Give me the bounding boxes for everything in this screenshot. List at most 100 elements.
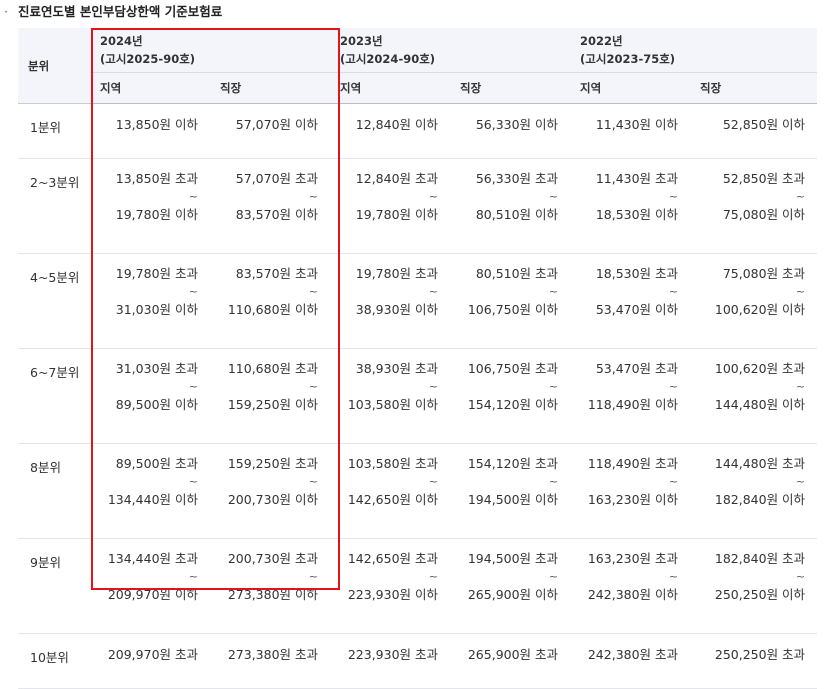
range-start: 142,650원 초과: [347, 551, 439, 566]
range-tilde: ~: [795, 475, 806, 488]
workplace-value-cell: 144,480원 초과 ~182,840원 이하: [690, 443, 818, 539]
workplace-value-cell: 57,070원 초과 ~83,570원 이하: [210, 158, 331, 254]
range-tilde: ~: [308, 475, 319, 488]
range-end: 209,970원 이하: [107, 587, 198, 602]
range-tilde: ~: [308, 570, 319, 583]
workplace-value-cell: 110,680원 초과 ~159,250원 이하: [210, 348, 331, 444]
range-tilde: ~: [548, 570, 559, 583]
range-start: 11,430원 이하: [595, 117, 679, 132]
quintile-label: 2~3분위: [18, 158, 90, 254]
range-start: 19,780원 초과: [355, 266, 439, 281]
range-end: 182,840원 이하: [714, 492, 806, 507]
header-year-2024: 2024년 (고시2025-90호): [90, 28, 331, 73]
range-tilde: ~: [548, 190, 559, 203]
range-end: 118,490원 이하: [587, 397, 679, 412]
range-end: 100,620원 이하: [714, 302, 806, 317]
range-end: 106,750원 이하: [467, 302, 559, 317]
range-end: 38,930원 이하: [355, 302, 439, 317]
premium-table: 분위 2024년 (고시2025-90호) 2023년 (고시2024-90호)…: [18, 28, 818, 689]
range-tilde: ~: [428, 380, 439, 393]
table-row: 2~3분위 13,850원 초과 ~19,780원 이하 57,070원 초과 ~83,…: [18, 158, 818, 254]
range-tilde: ~: [795, 570, 806, 583]
header-workplace: 직장: [450, 72, 571, 104]
range-tilde: ~: [668, 285, 679, 298]
workplace-value-cell: 56,330원 초과 ~80,510원 이하: [450, 158, 571, 254]
workplace-value-cell: 154,120원 초과 ~194,500원 이하: [450, 443, 571, 539]
range-start: 83,570원 초과: [235, 266, 319, 281]
range-end: 144,480원 이하: [714, 397, 806, 412]
regional-value-cell: 53,470원 초과 ~118,490원 이하: [570, 348, 691, 444]
range-start: 56,330원 초과: [475, 171, 559, 186]
range-tilde: ~: [668, 380, 679, 393]
table-row: 6~7분위 31,030원 초과 ~89,500원 이하 110,680원 초과 ~15…: [18, 348, 818, 444]
range-tilde: ~: [308, 190, 319, 203]
range-start: 80,510원 초과: [475, 266, 559, 281]
regional-value-cell: 18,530원 초과 ~53,470원 이하: [570, 253, 691, 349]
workplace-value-cell: 200,730원 초과 ~273,380원 이하: [210, 538, 331, 634]
range-start: 273,380원 초과: [227, 647, 319, 662]
range-start: 12,840원 이하: [355, 117, 439, 132]
regional-value-cell: 223,930원 초과: [330, 633, 451, 689]
range-start: 200,730원 초과: [227, 551, 319, 566]
range-tilde: ~: [188, 380, 198, 393]
range-start: 223,930원 초과: [347, 647, 439, 662]
range-start: 163,230원 초과: [587, 551, 679, 566]
range-tilde: ~: [428, 285, 439, 298]
range-end: 223,930원 이하: [347, 587, 439, 602]
workplace-value-cell: 57,070원 이하: [210, 103, 331, 159]
range-end: 19,780원 이하: [355, 207, 439, 222]
table-row: 10분위 209,970원 초과 273,380원 초과 223,930원 초과 265…: [18, 633, 818, 689]
workplace-value-cell: 265,900원 초과: [450, 633, 571, 689]
regional-value-cell: 89,500원 초과 ~134,440원 이하: [90, 443, 210, 539]
quintile-label: 8분위: [18, 443, 90, 539]
header-workplace: 직장: [210, 72, 331, 104]
header-quintile: 분위: [18, 28, 90, 104]
header-notice-label: (고시2023-75호): [580, 52, 676, 66]
range-end: 163,230원 이하: [587, 492, 679, 507]
range-start: 13,850원 초과: [115, 171, 198, 186]
range-tilde: ~: [668, 570, 679, 583]
quintile-label: 9분위: [18, 538, 90, 634]
regional-value-cell: 11,430원 이하: [570, 103, 691, 159]
range-tilde: ~: [548, 285, 559, 298]
table-row: 9분위 134,440원 초과 ~209,970원 이하 200,730원 초과 ~27…: [18, 538, 818, 634]
range-start: 52,850원 이하: [722, 117, 806, 132]
range-end: 75,080원 이하: [722, 207, 806, 222]
workplace-value-cell: 250,250원 초과: [690, 633, 818, 689]
range-tilde: ~: [188, 190, 198, 203]
header-regional: 지역: [90, 72, 210, 104]
range-tilde: ~: [188, 475, 198, 488]
range-start: 144,480원 초과: [714, 456, 806, 471]
range-end: 273,380원 이하: [227, 587, 319, 602]
section-title-text: 진료연도별 본인부담상한액 기준보험료: [18, 4, 223, 19]
header-workplace: 직장: [690, 72, 818, 104]
workplace-value-cell: 273,380원 초과: [210, 633, 331, 689]
regional-value-cell: 242,380원 초과: [570, 633, 691, 689]
range-end: 265,900원 이하: [467, 587, 559, 602]
range-end: 134,440원 이하: [107, 492, 198, 507]
range-tilde: ~: [188, 570, 198, 583]
header-notice-label: (고시2024-90호): [340, 52, 436, 66]
range-start: 56,330원 이하: [475, 117, 559, 132]
workplace-value-cell: 182,840원 초과 ~250,250원 이하: [690, 538, 818, 634]
range-start: 12,840원 초과: [355, 171, 439, 186]
range-start: 250,250원 초과: [714, 647, 806, 662]
range-tilde: ~: [795, 190, 806, 203]
table-header: 분위 2024년 (고시2025-90호) 2023년 (고시2024-90호)…: [18, 28, 818, 104]
range-tilde: ~: [428, 190, 439, 203]
header-year-label: 2024년: [100, 34, 143, 48]
range-end: 53,470원 이하: [595, 302, 679, 317]
workplace-value-cell: 80,510원 초과 ~106,750원 이하: [450, 253, 571, 349]
workplace-value-cell: 52,850원 초과 ~75,080원 이하: [690, 158, 818, 254]
regional-value-cell: 13,850원 초과 ~19,780원 이하: [90, 158, 210, 254]
workplace-value-cell: 100,620원 초과 ~144,480원 이하: [690, 348, 818, 444]
table-row: 4~5분위 19,780원 초과 ~31,030원 이하 83,570원 초과 ~110…: [18, 253, 818, 349]
range-start: 75,080원 초과: [722, 266, 806, 281]
workplace-value-cell: 56,330원 이하: [450, 103, 571, 159]
range-start: 118,490원 초과: [587, 456, 679, 471]
range-end: 242,380원 이하: [587, 587, 679, 602]
range-tilde: ~: [188, 285, 198, 298]
workplace-value-cell: 83,570원 초과 ~110,680원 이하: [210, 253, 331, 349]
workplace-value-cell: 52,850원 이하: [690, 103, 818, 159]
table-body: 1분위 13,850원 이하 57,070원 이하 12,840원 이하 56,330원…: [18, 103, 818, 689]
